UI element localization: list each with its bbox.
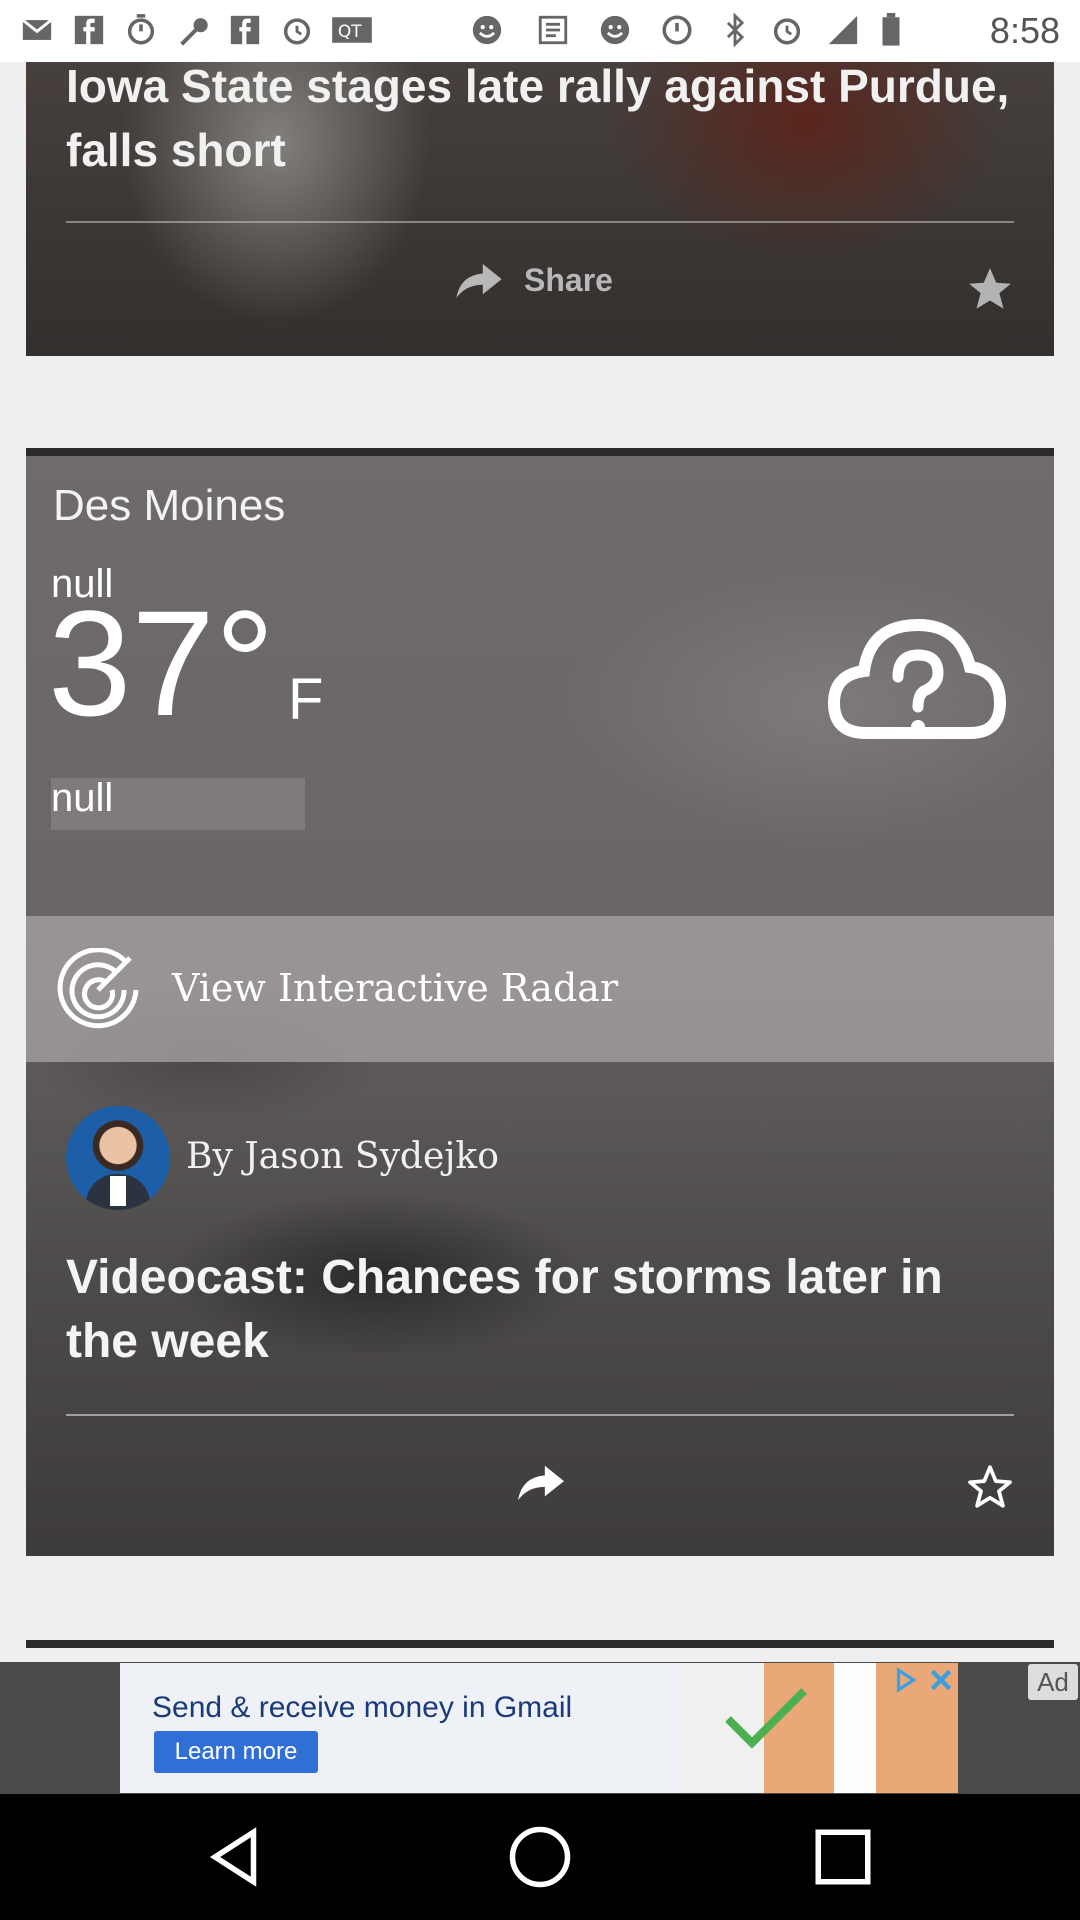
alarm-icon <box>773 18 801 45</box>
city-name: Des Moines <box>53 481 286 530</box>
status-bar: QT 8:58 <box>0 0 1080 62</box>
article-title[interactable]: Iowa State stages late rally against Pur… <box>66 62 1026 182</box>
card-separator <box>26 1640 1054 1648</box>
ad-headline[interactable]: Send & receive money in Gmail <box>152 1691 572 1725</box>
timer-icon <box>127 14 155 45</box>
temperature: 37° <box>48 579 275 747</box>
radar-button[interactable]: View Interactive Radar <box>26 916 1054 1062</box>
ad-choices-icon[interactable] <box>892 1667 918 1693</box>
condition-text: null <box>51 776 114 820</box>
star-icon[interactable] <box>964 264 1016 314</box>
smiley-icon <box>472 15 502 45</box>
divider <box>66 1414 1014 1416</box>
author-avatar <box>66 1106 170 1210</box>
bluetooth-icon <box>726 13 745 47</box>
learn-more-button[interactable]: Learn more <box>154 1731 318 1773</box>
share-button[interactable]: Share <box>456 262 613 299</box>
star-outline-icon[interactable] <box>964 1462 1016 1512</box>
svg-text:QT: QT <box>338 22 362 42</box>
check-icon <box>725 1688 807 1749</box>
facebook-icon <box>74 15 104 45</box>
clock: 8:58 <box>989 10 1060 51</box>
author-name: By Jason Sydejko <box>186 1136 499 1177</box>
unknown-weather-cloud-icon <box>827 618 1006 739</box>
home-icon[interactable] <box>507 1824 573 1890</box>
close-icon[interactable] <box>928 1667 954 1693</box>
navigation-bar <box>0 1794 1080 1920</box>
weather-card[interactable]: Des Moines null 37° F null View Interact… <box>26 448 1054 1556</box>
wrench-icon <box>180 18 208 46</box>
battery-icon <box>882 13 900 46</box>
qt-icon: QT <box>332 17 372 43</box>
smiley-icon <box>600 15 630 45</box>
data-saver-icon <box>662 15 692 45</box>
radar-label: View Interactive Radar <box>172 966 619 1010</box>
alarm-icon <box>283 18 311 45</box>
share-icon[interactable] <box>518 1464 564 1502</box>
share-label: Share <box>524 262 613 298</box>
mail-icon <box>21 18 53 40</box>
ad-banner[interactable]: Send & receive money in Gmail Learn more <box>120 1663 958 1793</box>
news-card[interactable]: Iowa State stages late rally against Pur… <box>26 62 1054 356</box>
ad-label: Ad <box>1028 1664 1078 1700</box>
radar-icon <box>57 948 139 1029</box>
signal-icon <box>828 15 858 45</box>
videocast-title[interactable]: Videocast: Chances for storms later in t… <box>66 1246 1026 1374</box>
share-icon <box>456 263 502 298</box>
back-icon[interactable] <box>204 1824 270 1890</box>
recents-icon[interactable] <box>810 1824 876 1890</box>
divider <box>66 221 1014 223</box>
facebook-icon <box>230 15 260 45</box>
temperature-unit: F <box>288 667 324 732</box>
app-icon <box>538 15 568 45</box>
